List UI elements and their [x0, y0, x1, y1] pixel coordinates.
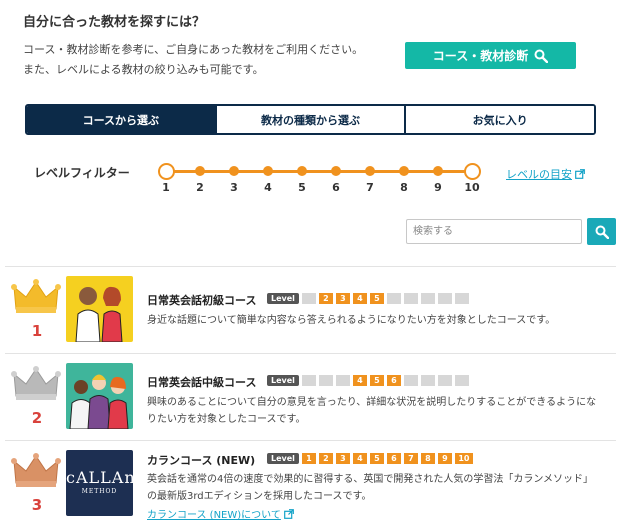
course-thumbnail[interactable] — [66, 276, 133, 342]
level-box — [454, 293, 469, 304]
selection-tabs: コースから選ぶ 教材の種類から選ぶ お気に入り — [25, 104, 596, 135]
rank-number: 3 — [31, 496, 43, 514]
level-tag: Level — [267, 375, 299, 386]
level-box: 5 — [369, 453, 384, 464]
level-dot[interactable] — [195, 166, 205, 176]
level-box — [420, 375, 435, 386]
search-icon — [595, 225, 609, 239]
level-box — [301, 293, 316, 304]
level-number: 10 — [464, 181, 480, 194]
level-tag: Level — [267, 453, 299, 464]
tab-favorites[interactable]: お気に入り — [406, 106, 594, 133]
level-guide-label: レベルの目安 — [506, 168, 572, 181]
level-number: 6 — [332, 181, 340, 194]
level-number: 2 — [196, 181, 204, 194]
level-filter-label: レベルフィルター — [34, 166, 130, 180]
level-box: 1 — [301, 453, 316, 464]
level-dot[interactable] — [263, 166, 273, 176]
level-box — [454, 375, 469, 386]
level-number: 1 — [162, 181, 170, 194]
search-input[interactable] — [406, 219, 582, 244]
course-title[interactable]: カランコース (NEW) — [147, 452, 255, 468]
level-number: 8 — [400, 181, 408, 194]
level-dot[interactable] — [365, 166, 375, 176]
level-box — [403, 375, 418, 386]
course-item[interactable]: 1 日常英会話初級コース Level 2 3 4 5 身近な話題について簡単な内容なら答… — [5, 267, 616, 353]
level-slider-handle[interactable] — [463, 163, 481, 180]
level-tag: Level — [267, 293, 299, 304]
level-box: 3 — [335, 453, 350, 464]
level-indicator: Level 4 5 6 — [267, 375, 472, 386]
level-box: 6 — [386, 375, 401, 386]
level-box: 10 — [454, 453, 473, 464]
level-box: 7 — [403, 453, 418, 464]
course-diagnose-label: コース・教材診断 — [432, 49, 529, 63]
page-description: コース・教材診断を参考に、ご自身にあった教材をご利用ください。 また、レベルによ… — [23, 43, 364, 76]
level-box: 5 — [369, 293, 384, 304]
level-box — [403, 293, 418, 304]
callan-logo: cALLAn METHOD — [66, 468, 133, 495]
level-box — [437, 293, 452, 304]
level-box — [301, 375, 316, 386]
tab-course[interactable]: コースから選ぶ — [27, 106, 217, 133]
level-box: 4 — [352, 293, 367, 304]
level-box: 4 — [352, 375, 367, 386]
level-indicator: Level 1 2 3 4 5 6 7 8 9 10 — [267, 453, 476, 464]
silver-crown-icon — [11, 366, 61, 400]
course-title[interactable]: 日常英会話中級コース — [147, 374, 256, 390]
level-box — [386, 293, 401, 304]
course-thumbnail[interactable] — [66, 363, 133, 429]
tab-material-type[interactable]: 教材の種類から選ぶ — [216, 106, 407, 133]
course-thumbnail[interactable]: cALLAn METHOD — [66, 450, 133, 516]
level-number: 5 — [298, 181, 306, 194]
level-box — [318, 375, 333, 386]
course-description: 興味のあることについて自分の意見を言ったり、詳細な状況を説明したりすることができ… — [147, 397, 597, 425]
level-box: 4 — [352, 453, 367, 464]
level-number: 7 — [366, 181, 374, 194]
rank-number: 2 — [31, 409, 43, 427]
level-dot[interactable] — [433, 166, 443, 176]
callan-course-link[interactable]: カランコース (NEW)について — [147, 506, 294, 521]
external-link-icon — [575, 169, 585, 179]
callan-course-link-label: カランコース (NEW)について — [147, 510, 281, 521]
level-dot[interactable] — [297, 166, 307, 176]
level-box: 2 — [318, 453, 333, 464]
gold-crown-icon — [11, 279, 61, 313]
level-number: 3 — [230, 181, 238, 194]
course-description: 英会話を通常の4倍の速度で効果的に習得する、英国で開発された人気の学習法「カラン… — [147, 474, 594, 502]
course-diagnose-button[interactable]: コース・教材診断 — [405, 42, 576, 69]
level-filter-track — [166, 170, 473, 173]
people-illustration-icon — [69, 374, 129, 429]
level-dot[interactable] — [399, 166, 409, 176]
level-dot[interactable] — [331, 166, 341, 176]
level-box: 5 — [369, 375, 384, 386]
level-box: 2 — [318, 293, 333, 304]
level-box — [437, 375, 452, 386]
external-link-icon — [283, 508, 294, 519]
level-indicator: Level 2 3 4 5 — [267, 293, 472, 304]
level-box — [335, 375, 350, 386]
level-box: 8 — [420, 453, 435, 464]
course-item[interactable]: 3 cALLAn METHOD カランコース (NEW) Level 1 2 3 4 5 6… — [5, 441, 616, 521]
level-slider-handle[interactable] — [157, 163, 175, 180]
people-illustration-icon — [75, 286, 123, 342]
bronze-crown-icon — [11, 453, 61, 487]
level-dot[interactable] — [229, 166, 239, 176]
level-box: 3 — [335, 293, 350, 304]
level-box — [420, 293, 435, 304]
level-number: 4 — [264, 181, 272, 194]
course-description: 身近な話題について簡単な内容なら答えられるようになりたい方を対象としたコースです… — [147, 315, 556, 326]
search-button[interactable] — [587, 218, 616, 245]
level-guide-link[interactable]: レベルの目安 — [506, 166, 585, 182]
rank-number: 1 — [31, 322, 43, 340]
level-box: 6 — [386, 453, 401, 464]
page-heading: 自分に合った教材を探すには？ — [23, 15, 206, 30]
search-icon — [534, 49, 549, 63]
level-box: 9 — [437, 453, 452, 464]
level-number: 9 — [434, 181, 442, 194]
course-item[interactable]: 2 日常英会話中級コース Level 4 5 6 興味のあることについて自分の意見を言… — [5, 354, 616, 440]
course-title[interactable]: 日常英会話初級コース — [147, 292, 256, 308]
